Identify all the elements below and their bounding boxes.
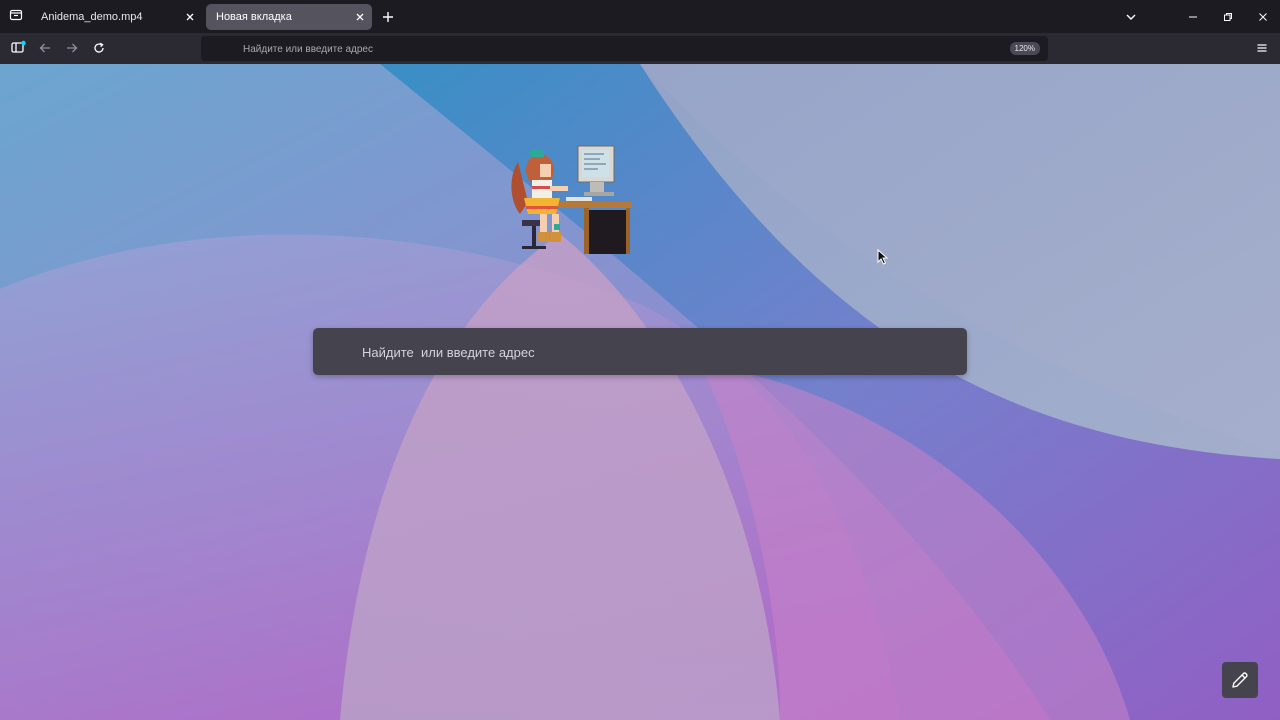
zoom-level-badge[interactable]: 120% <box>1009 42 1040 55</box>
pixel-girl-at-computer-illustration <box>511 145 632 254</box>
minimize-button[interactable] <box>1176 0 1210 33</box>
address-bar[interactable]: 120% <box>201 36 1048 63</box>
app-menu-button[interactable] <box>1250 36 1274 60</box>
newtab-search-box[interactable] <box>313 328 967 377</box>
new-tab-button[interactable] <box>377 6 399 28</box>
forward-arrow-icon <box>67 43 78 53</box>
menu-icon <box>1257 44 1267 52</box>
window-close-button[interactable] <box>1246 0 1280 33</box>
navigation-toolbar: 120% <box>0 33 1280 64</box>
close-icon <box>356 13 364 21</box>
wallpaper-background <box>0 64 1280 720</box>
tab-close-button[interactable] <box>350 7 370 27</box>
tab-strip: Anidema_demo.mp4 Новая вкладка <box>0 0 1280 33</box>
restore-icon <box>1224 12 1232 21</box>
back-button[interactable] <box>33 36 57 60</box>
tab-list-button[interactable] <box>4 5 28 29</box>
tab-title: Новая вкладка <box>216 11 292 23</box>
tab-close-button[interactable] <box>180 7 200 27</box>
customize-wallpaper-button[interactable] <box>1222 662 1258 698</box>
newtab-search-input[interactable] <box>360 328 944 377</box>
forward-button[interactable] <box>60 36 84 60</box>
reload-icon <box>94 42 104 53</box>
address-input[interactable] <box>241 36 945 63</box>
close-icon <box>1259 12 1267 21</box>
reload-button[interactable] <box>87 36 111 60</box>
minimize-icon <box>1189 16 1197 17</box>
close-icon <box>186 13 194 21</box>
tab-anidema-demo[interactable]: Anidema_demo.mp4 <box>31 4 202 30</box>
chevron-down-icon <box>1126 14 1136 20</box>
pencil-icon <box>1232 672 1248 688</box>
sidebar-icon <box>11 40 26 53</box>
restore-button[interactable] <box>1211 0 1245 33</box>
tab-list-icon <box>9 8 23 27</box>
tab-new-tab[interactable]: Новая вкладка <box>206 4 372 30</box>
new-tab-page <box>0 64 1280 720</box>
plus-icon <box>383 12 393 22</box>
tab-title: Anidema_demo.mp4 <box>41 11 143 23</box>
sidebar-button[interactable] <box>6 36 30 60</box>
back-arrow-icon <box>39 43 50 53</box>
list-all-tabs-button[interactable] <box>1114 0 1148 33</box>
mouse-cursor-icon <box>877 249 889 265</box>
